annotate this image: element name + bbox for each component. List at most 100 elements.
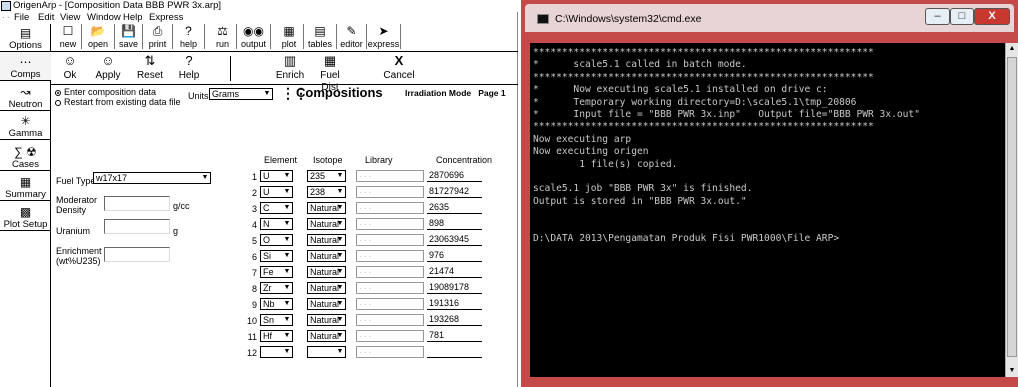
- reset-button[interactable]: ⇅ Reset: [131, 52, 169, 82]
- scroll-up-icon[interactable]: ▲: [1007, 44, 1017, 54]
- menu-system-icon[interactable]: · ·: [2, 12, 10, 24]
- element-select[interactable]: U ▼: [260, 186, 293, 198]
- uranium-input[interactable]: [104, 219, 170, 234]
- library-select[interactable]: · · ·: [356, 298, 424, 310]
- console-scrollbar[interactable]: ▲ ▼: [1005, 43, 1018, 377]
- library-placeholder: · · ·: [359, 316, 372, 325]
- editor-icon: ✎: [346, 24, 357, 38]
- sidebar-item-summary[interactable]: ▦ Summary: [0, 171, 51, 201]
- form-help-button[interactable]: ? Help: [173, 52, 205, 82]
- sidebar-item-cases[interactable]: ∑ ☢ Cases: [0, 140, 51, 171]
- minimize-button[interactable]: –: [925, 8, 950, 25]
- library-select[interactable]: · · ·: [356, 202, 424, 214]
- console-output[interactable]: ****************************************…: [530, 43, 1005, 377]
- concentration-field[interactable]: 2870696: [427, 169, 482, 182]
- tables-button[interactable]: ▤ tables: [304, 24, 337, 49]
- menu-file[interactable]: File: [14, 12, 29, 24]
- isotope-select[interactable]: 238 ▼: [307, 186, 346, 198]
- concentration-field[interactable]: 976: [427, 249, 482, 262]
- element-select[interactable]: O ▼: [260, 234, 293, 246]
- concentration-field[interactable]: 81727942: [427, 185, 482, 198]
- sidebar-item-neutron[interactable]: ↝ Neutron: [0, 81, 51, 111]
- print-button[interactable]: ⎙ print: [143, 24, 173, 49]
- cancel-button[interactable]: X Cancel: [381, 52, 417, 82]
- sidebar-item-gamma[interactable]: ✳ Gamma: [0, 111, 51, 140]
- output-button[interactable]: ◉◉ output: [237, 24, 271, 49]
- element-select[interactable]: Zr ▼: [260, 282, 293, 294]
- radio-restart-file[interactable]: [55, 100, 61, 106]
- sidebar-item-comps[interactable]: ⋯ Comps: [0, 52, 51, 81]
- enrichment-input[interactable]: [104, 247, 170, 262]
- ok-button[interactable]: ☺ Ok: [55, 52, 85, 82]
- isotope-select[interactable]: Natural ▼: [307, 298, 346, 310]
- isotope-select[interactable]: Natural ▼: [307, 250, 346, 262]
- scroll-thumb[interactable]: [1007, 57, 1017, 357]
- fuel-type-select[interactable]: w17x17 ▼: [93, 172, 211, 184]
- element-select[interactable]: Fe ▼: [260, 266, 293, 278]
- isotope-select[interactable]: 235 ▼: [307, 170, 346, 182]
- library-select[interactable]: · · ·: [356, 330, 424, 342]
- element-select[interactable]: C ▼: [260, 202, 293, 214]
- menu-help[interactable]: Help: [123, 12, 143, 24]
- plot-button[interactable]: ▦ plot: [275, 24, 304, 49]
- sidebar-item-plot-setup[interactable]: ▩ Plot Setup: [0, 201, 51, 231]
- apply-button[interactable]: ☺ Apply: [89, 52, 127, 82]
- element-select[interactable]: N ▼: [260, 218, 293, 230]
- library-select[interactable]: · · ·: [356, 170, 424, 182]
- help-button[interactable]: ? help: [173, 24, 205, 49]
- concentration-field[interactable]: 898: [427, 217, 482, 230]
- radio-enter-data[interactable]: [55, 90, 61, 96]
- library-select[interactable]: · · ·: [356, 250, 424, 262]
- concentration-field[interactable]: 781: [427, 329, 482, 342]
- element-select[interactable]: U ▼: [260, 170, 293, 182]
- sidebar-item-options[interactable]: ▤ Options: [0, 24, 51, 52]
- library-select[interactable]: · · ·: [356, 314, 424, 326]
- element-select[interactable]: Si ▼: [260, 250, 293, 262]
- close-button[interactable]: X: [974, 8, 1010, 25]
- express-button[interactable]: ➤ express: [367, 24, 401, 49]
- concentration-field[interactable]: 2635: [427, 201, 482, 214]
- isotope-select[interactable]: Natural ▼: [307, 266, 346, 278]
- menu-window[interactable]: Window: [87, 12, 121, 24]
- save-button[interactable]: 💾 save: [115, 24, 143, 49]
- isotope-select[interactable]: Natural ▼: [307, 234, 346, 246]
- element-select[interactable]: Hf ▼: [260, 330, 293, 342]
- sidebar-label: Options: [9, 40, 42, 51]
- enrich-button[interactable]: ▥ Enrich: [271, 52, 309, 82]
- run-button[interactable]: ⚖ run: [209, 24, 237, 49]
- open-button[interactable]: 📂 open: [82, 24, 115, 49]
- concentration-field[interactable]: [427, 345, 482, 358]
- new-button[interactable]: ☐ new: [55, 24, 82, 49]
- menu-express[interactable]: Express: [149, 12, 183, 24]
- editor-button[interactable]: ✎ editor: [337, 24, 367, 49]
- chevron-down-icon: ▼: [283, 236, 291, 243]
- isotope-select[interactable]: Natural ▼: [307, 330, 346, 342]
- isotope-select[interactable]: ▼: [307, 346, 346, 358]
- maximize-button[interactable]: □: [950, 8, 974, 25]
- library-select[interactable]: · · ·: [356, 282, 424, 294]
- isotope-select[interactable]: Natural ▼: [307, 218, 346, 230]
- concentration-field[interactable]: 23063945: [427, 233, 482, 246]
- enrichment-label: Enrichment (wt%U235): [56, 246, 102, 266]
- element-select[interactable]: ▼: [260, 346, 293, 358]
- isotope-select[interactable]: Natural ▼: [307, 314, 346, 326]
- element-select[interactable]: Sn ▼: [260, 314, 293, 326]
- concentration-field[interactable]: 193268: [427, 313, 482, 326]
- scroll-down-icon[interactable]: ▼: [1007, 366, 1017, 376]
- library-select[interactable]: · · ·: [356, 186, 424, 198]
- moderator-density-input[interactable]: [104, 196, 170, 211]
- library-select[interactable]: · · ·: [356, 234, 424, 246]
- row-number: 8: [251, 284, 257, 294]
- concentration-field[interactable]: 191316: [427, 297, 482, 310]
- menu-view[interactable]: View: [60, 12, 80, 24]
- units-select[interactable]: Grams ▼: [209, 88, 273, 100]
- concentration-field[interactable]: 21474: [427, 265, 482, 278]
- library-select[interactable]: · · ·: [356, 218, 424, 230]
- library-select[interactable]: · · ·: [356, 346, 424, 358]
- element-select[interactable]: Nb ▼: [260, 298, 293, 310]
- isotope-select[interactable]: Natural ▼: [307, 282, 346, 294]
- isotope-select[interactable]: Natural ▼: [307, 202, 346, 214]
- concentration-field[interactable]: 19089178: [427, 281, 482, 294]
- library-select[interactable]: · · ·: [356, 266, 424, 278]
- menu-edit[interactable]: Edit: [38, 12, 54, 24]
